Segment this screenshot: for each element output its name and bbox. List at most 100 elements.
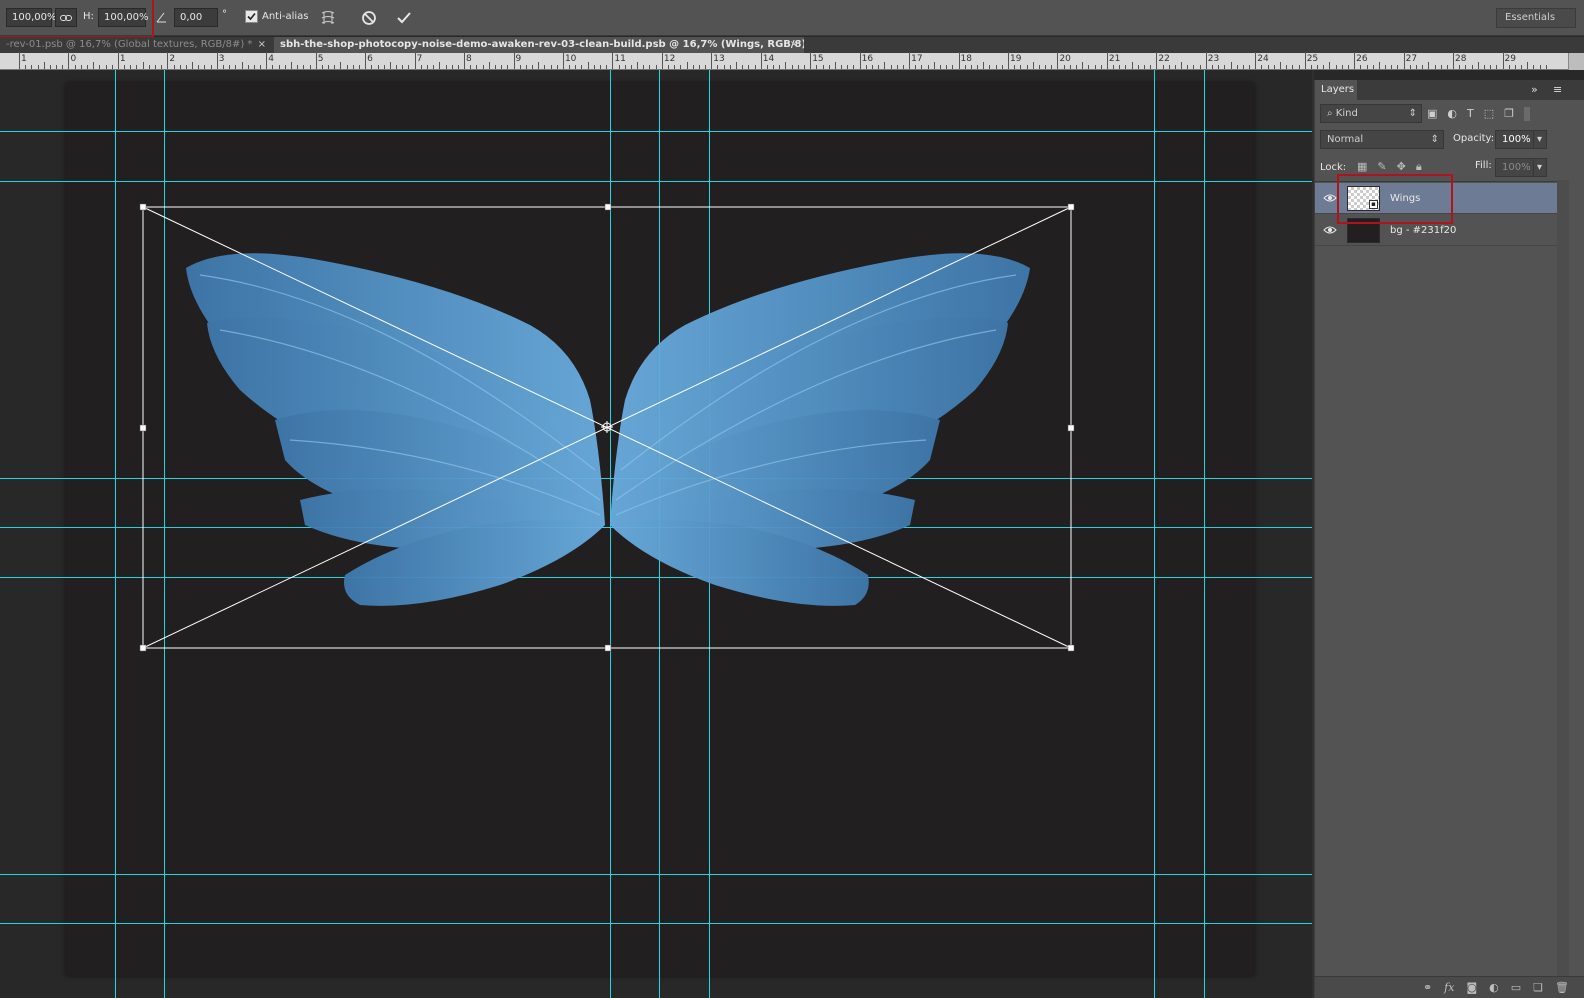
ruler-minor-tick	[260, 65, 262, 69]
shape-filter-icon[interactable]: ⬚	[1484, 107, 1494, 121]
trash-icon[interactable]: 🗑︎	[1555, 981, 1569, 994]
ruler-minor-tick	[1119, 65, 1121, 69]
ruler-minor-tick	[37, 65, 39, 69]
fx-icon[interactable]: fx	[1444, 981, 1454, 994]
new-layer-icon[interactable]: ❏	[1533, 981, 1543, 994]
layer-filter-kind-select[interactable]: ⌕ Kind ⇕	[1320, 104, 1422, 123]
ruler-minor-tick	[550, 65, 552, 69]
ruler-number: 9	[515, 54, 522, 64]
add-mask-icon[interactable]: ◙	[1466, 981, 1477, 994]
filter-icons-row: ▣ ◐ T ⬚ ❐	[1427, 107, 1572, 121]
ruler-minor-tick	[847, 65, 849, 69]
ruler-minor-tick	[989, 65, 991, 69]
ruler-number: 17	[911, 54, 923, 64]
smart-object-filter-icon[interactable]: ❐	[1504, 107, 1514, 121]
ruler-minor-tick	[668, 65, 670, 69]
ruler-minor-tick	[161, 65, 163, 69]
close-icon[interactable]: ×	[258, 37, 266, 53]
ruler-major-tick	[315, 52, 317, 69]
ruler-minor-tick	[247, 65, 249, 69]
lock-transparency-icon[interactable]: ▦	[1357, 160, 1367, 174]
opacity-dropdown[interactable]: ▾	[1533, 130, 1547, 149]
eye-icon[interactable]	[1323, 224, 1337, 236]
ruler-number: 26	[1356, 54, 1368, 64]
canvas-workspace[interactable]	[0, 70, 1312, 998]
ruler-number: 7	[416, 54, 423, 64]
ruler-minor-tick	[371, 65, 373, 69]
ruler-minor-tick	[136, 65, 138, 69]
filter-kind-label: Kind	[1335, 108, 1358, 119]
ruler-major-tick	[1403, 52, 1405, 69]
ruler-minor-tick	[766, 65, 768, 69]
link-layers-icon[interactable]: ⚭	[1423, 981, 1432, 994]
ruler-minor-tick	[1465, 65, 1467, 69]
blend-mode-select[interactable]: Normal ⇕	[1320, 130, 1444, 149]
ruler-minor-tick	[1409, 65, 1411, 69]
ruler-number: 27	[1405, 54, 1418, 64]
ruler-major-tick	[958, 52, 960, 69]
lock-all-icon[interactable]: 🔒︎	[1416, 160, 1422, 174]
ruler-minor-tick	[1514, 65, 1516, 69]
ruler-minor-tick	[822, 65, 824, 69]
commit-icon[interactable]	[394, 8, 414, 28]
ruler-minor-tick	[1286, 65, 1288, 69]
ruler-minor-tick	[272, 65, 274, 69]
eye-icon[interactable]	[1323, 192, 1337, 204]
ruler-number: 24	[1257, 54, 1269, 64]
ruler-minor-tick	[62, 65, 64, 69]
collapse-panel-icon[interactable]: »	[1531, 83, 1538, 96]
ruler-minor-tick	[309, 65, 311, 69]
close-icon[interactable]: ×	[790, 37, 798, 53]
rotation-angle-input[interactable]: 0,00	[174, 8, 218, 27]
ruler-minor-tick	[872, 65, 873, 69]
ruler-minor-tick	[791, 65, 793, 69]
ruler-number: 6	[367, 54, 373, 64]
tab-layers[interactable]: Layers	[1315, 80, 1357, 100]
ruler-major-tick	[1354, 52, 1356, 69]
horizontal-ruler[interactable]: 1 0 1 2 3 4 5 6 7 8 9 10 11 12 13 14 15 16 17 18 19 20 21 22 23 2…	[0, 52, 1568, 70]
ruler-minor-tick	[303, 65, 305, 69]
panel-menu-icon[interactable]: ≡	[1553, 83, 1562, 96]
ruler-minor-tick	[1249, 65, 1251, 69]
ruler-minor-tick	[1415, 65, 1417, 69]
tab-global-textures[interactable]: -rev-01.psb @ 16,7% (Global textures, RG…	[0, 37, 272, 53]
new-group-icon[interactable]: ▭	[1511, 981, 1521, 994]
ruler-number: 5	[317, 54, 324, 64]
ruler-minor-tick	[154, 65, 156, 69]
ruler-number: 3	[218, 54, 225, 64]
ruler-major-tick	[1008, 52, 1009, 69]
ruler-minor-tick	[80, 65, 82, 69]
cancel-icon[interactable]	[359, 8, 379, 28]
ruler-minor-tick	[630, 65, 632, 69]
fill-dropdown[interactable]: ▾	[1533, 158, 1547, 177]
ruler-minor-tick	[896, 65, 898, 69]
fill-label: Fill:	[1475, 160, 1492, 171]
lock-paint-icon[interactable]: ✎	[1377, 160, 1386, 174]
ruler-minor-tick	[43, 62, 45, 69]
ruler-minor-tick	[433, 65, 435, 69]
ruler-minor-tick	[1063, 65, 1065, 69]
wings-layer-artwork[interactable]	[0, 70, 1312, 998]
layers-scrollbar[interactable]	[1557, 180, 1569, 976]
ruler-minor-tick	[544, 65, 546, 69]
filter-toggle-icon[interactable]	[1524, 107, 1531, 121]
ruler-minor-tick	[773, 65, 775, 69]
pixel-filter-icon[interactable]: ▣	[1427, 107, 1437, 121]
ruler-minor-tick	[1329, 62, 1331, 69]
ruler-minor-tick	[785, 62, 787, 69]
type-filter-icon[interactable]: T	[1467, 107, 1474, 121]
warp-icon[interactable]	[318, 8, 338, 28]
lock-position-icon[interactable]: ✥	[1397, 160, 1406, 174]
ruler-minor-tick	[983, 62, 985, 69]
ruler-minor-tick	[581, 65, 583, 69]
ruler-minor-tick	[1181, 62, 1183, 69]
adjustment-filter-icon[interactable]: ◐	[1447, 107, 1457, 121]
ruler-minor-tick	[606, 65, 608, 69]
workspace-switcher-button[interactable]: Essentials	[1496, 8, 1576, 28]
antialias-checkbox[interactable]	[245, 10, 258, 23]
tab-wings-document[interactable]: sbh-the-shop-photocopy-noise-demo-awaken…	[274, 37, 804, 53]
layer-name[interactable]: bg - #231f20	[1390, 225, 1456, 236]
ruler-minor-tick	[525, 65, 527, 69]
ruler-number: 10	[564, 54, 577, 64]
adjustment-layer-icon[interactable]: ◐	[1489, 981, 1499, 994]
